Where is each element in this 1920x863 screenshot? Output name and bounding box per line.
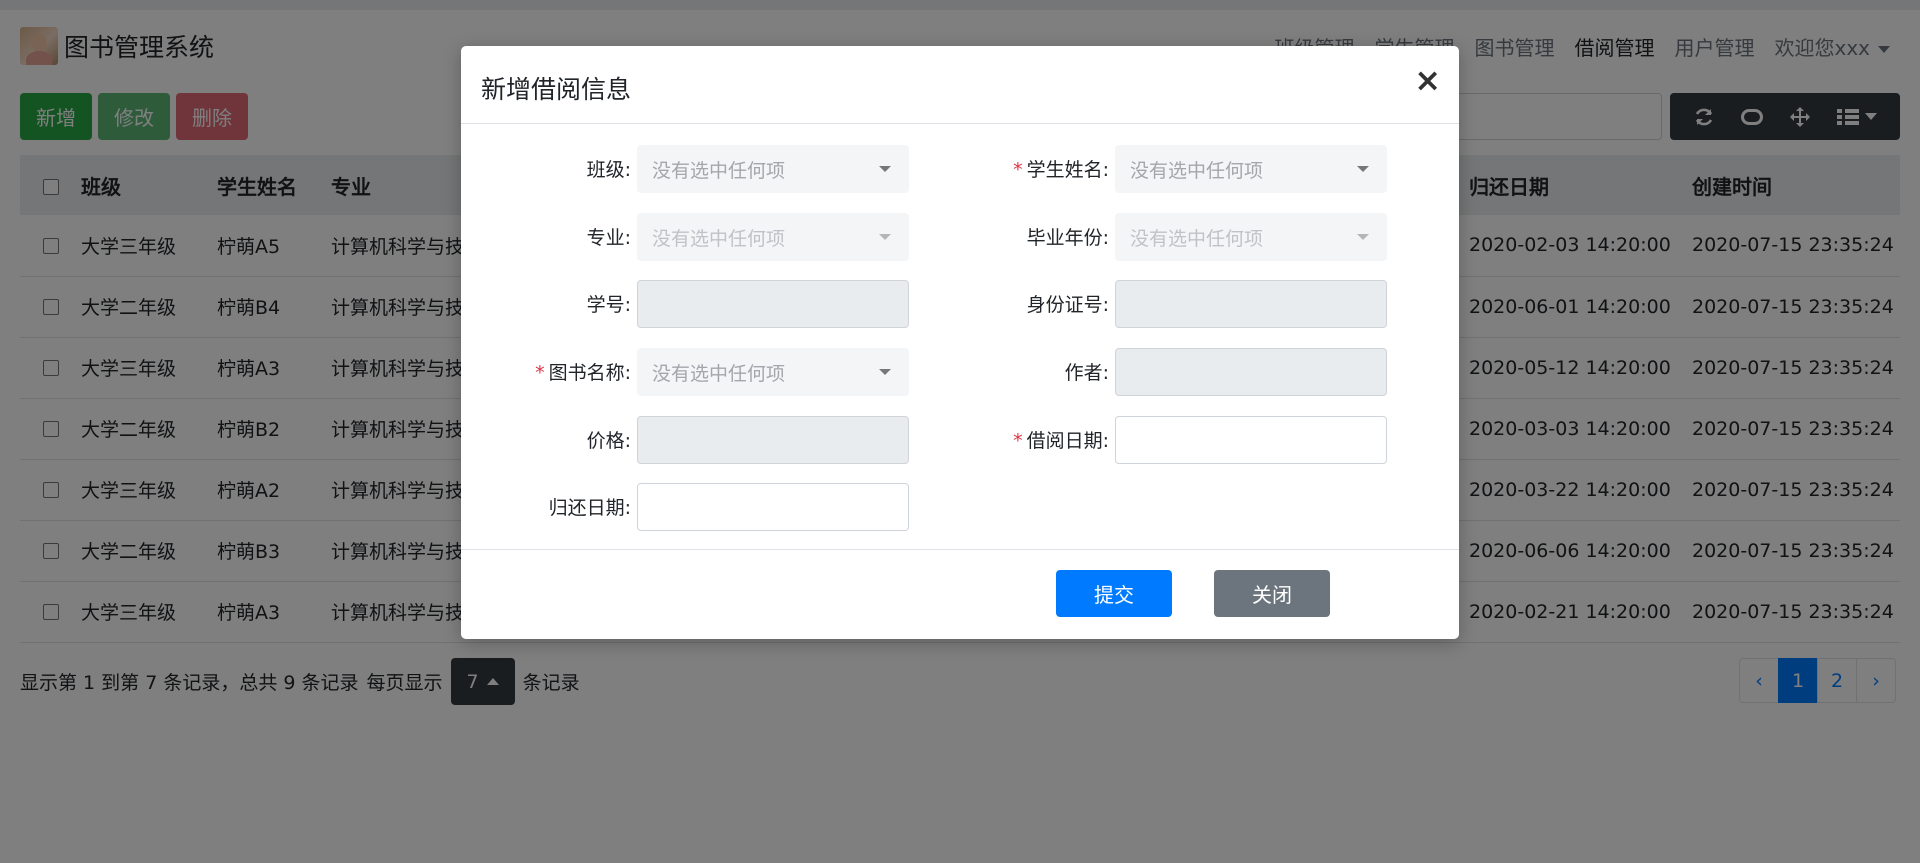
close-icon[interactable]: × [1414, 64, 1441, 96]
form-row: 学号: 身份证号: [461, 280, 1459, 328]
label-major: 专业: [586, 227, 631, 249]
form-row: 归还日期: [461, 483, 1459, 531]
required-mark: * [1013, 159, 1023, 181]
student-name-select[interactable]: 没有选中任何项 [1115, 145, 1387, 193]
label-book-name: 图书名称: [548, 362, 631, 384]
modal-header: 新增借阅信息 × [461, 46, 1459, 124]
label-author: 作者: [1064, 362, 1109, 384]
form-row: 价格: * 借阅日期: [461, 416, 1459, 464]
book-name-select[interactable]: 没有选中任何项 [637, 348, 909, 396]
add-borrow-modal: 新增借阅信息 × 班级: 没有选中任何项 * 学生姓名: 没有选中任何项 专业: … [461, 46, 1459, 639]
close-button[interactable]: 关闭 [1214, 570, 1330, 617]
major-select[interactable]: 没有选中任何项 [637, 213, 909, 261]
form-row: 专业: 没有选中任何项 毕业年份: 没有选中任何项 [461, 213, 1459, 261]
class-select[interactable]: 没有选中任何项 [637, 145, 909, 193]
borrow-date-input[interactable] [1115, 416, 1387, 464]
label-return-date: 归还日期: [548, 497, 631, 519]
grad-year-select[interactable]: 没有选中任何项 [1115, 213, 1387, 261]
student-no-input [637, 280, 909, 328]
label-price: 价格: [586, 430, 631, 452]
form-row: 班级: 没有选中任何项 * 学生姓名: 没有选中任何项 [461, 145, 1459, 193]
modal-footer: 提交 关闭 [461, 549, 1459, 639]
required-mark: * [535, 362, 545, 384]
id-card-input [1115, 280, 1387, 328]
label-student-name: 学生姓名: [1026, 159, 1109, 181]
label-student-no: 学号: [586, 294, 631, 316]
modal-title: 新增借阅信息 [481, 75, 632, 104]
label-borrow-date: 借阅日期: [1026, 430, 1109, 452]
form-row: * 图书名称: 没有选中任何项 作者: [461, 348, 1459, 396]
label-id-card: 身份证号: [1026, 294, 1109, 316]
price-input [637, 416, 909, 464]
label-grad-year: 毕业年份: [1026, 227, 1109, 249]
author-input [1115, 348, 1387, 396]
return-date-input[interactable] [637, 483, 909, 531]
required-mark: * [1013, 430, 1023, 452]
submit-button[interactable]: 提交 [1056, 570, 1172, 617]
label-class: 班级: [586, 159, 631, 181]
